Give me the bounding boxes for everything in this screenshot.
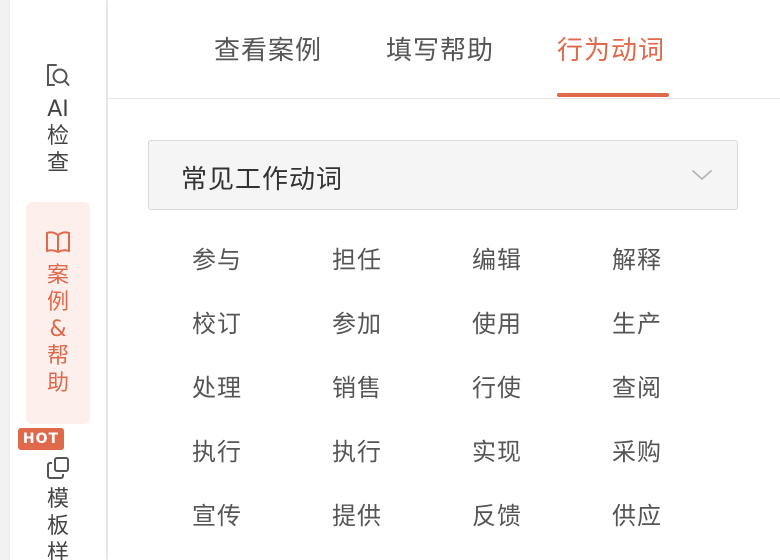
ai-check-icon bbox=[45, 62, 71, 90]
verb-chip[interactable]: 参加 bbox=[332, 304, 472, 368]
verb-chip[interactable]: 执行 bbox=[192, 432, 332, 496]
verb-chip[interactable]: 销售 bbox=[332, 368, 472, 432]
verb-category-select[interactable]: 常见工作动词 bbox=[148, 140, 738, 210]
tab-bar: 查看案例 填写帮助 行为动词 bbox=[108, 0, 780, 99]
verb-category-value: 常见工作动词 bbox=[181, 165, 344, 195]
tab-fill-help[interactable]: 填写帮助 bbox=[386, 30, 494, 67]
nav-item-ai-check-label: AI 检 查 bbox=[47, 96, 69, 177]
verb-chip[interactable]: 采购 bbox=[612, 432, 752, 496]
template-copy-icon bbox=[46, 456, 70, 480]
nav-label-line: 案 bbox=[46, 263, 69, 288]
nav-label-line: & bbox=[49, 317, 67, 342]
verb-chip[interactable]: 参与 bbox=[192, 240, 332, 304]
verb-chip[interactable]: 使用 bbox=[472, 304, 612, 368]
nav-label-line: AI bbox=[47, 97, 69, 122]
nav-label-line: 样 bbox=[46, 541, 69, 560]
nav-item-cases-help[interactable]: 案 例 & 帮 助 bbox=[26, 202, 90, 424]
verb-chip[interactable]: 实现 bbox=[472, 432, 612, 496]
verb-chip[interactable]: 处理 bbox=[192, 368, 332, 432]
verb-chip[interactable]: 宣传 bbox=[192, 496, 332, 560]
nav-label-line: 帮 bbox=[46, 344, 69, 369]
verb-chip[interactable]: 解释 bbox=[612, 240, 752, 304]
nav-label-line: 例 bbox=[46, 290, 69, 315]
tab-action-verbs[interactable]: 行为动词 bbox=[557, 30, 665, 67]
verb-chip[interactable]: 编辑 bbox=[472, 240, 612, 304]
tab-view-cases[interactable]: 查看案例 bbox=[214, 30, 322, 67]
verb-chip[interactable]: 生产 bbox=[612, 304, 752, 368]
nav-item-templates-label: 模 板 样 bbox=[47, 486, 69, 560]
nav-label-line: 板 bbox=[46, 514, 69, 539]
nav-label-line: 查 bbox=[46, 151, 69, 176]
hot-badge: HOT bbox=[18, 428, 64, 450]
nav-label-line: 助 bbox=[46, 371, 69, 396]
page: AI 检 查 案 例 & 帮 助 HOT 模 板 样 查看案例 填写帮助 行为动… bbox=[0, 0, 780, 560]
verb-chip[interactable]: 行使 bbox=[472, 368, 612, 432]
verb-chip[interactable]: 执行 bbox=[332, 432, 472, 496]
verb-chip[interactable]: 查阅 bbox=[612, 368, 752, 432]
verb-chip[interactable]: 反馈 bbox=[472, 496, 612, 560]
book-icon bbox=[45, 230, 71, 254]
nav-item-templates[interactable]: 模 板 样 bbox=[26, 456, 90, 560]
verb-chip[interactable]: 担任 bbox=[332, 240, 472, 304]
verb-chip[interactable]: 供应 bbox=[612, 496, 752, 560]
nav-label-line: 检 bbox=[46, 124, 69, 149]
verb-chip[interactable]: 提供 bbox=[332, 496, 472, 560]
nav-label-line: 模 bbox=[46, 487, 69, 512]
verb-grid: 参与 担任 编辑 解释 校订 参加 使用 生产 处理 销售 行使 查阅 执行 执… bbox=[192, 240, 752, 560]
verb-chip[interactable]: 校订 bbox=[192, 304, 332, 368]
main-panel: 查看案例 填写帮助 行为动词 常见工作动词 参与 担任 编辑 解释 校订 参加 … bbox=[108, 0, 780, 560]
side-nav: AI 检 查 案 例 & 帮 助 HOT 模 板 样 bbox=[10, 0, 106, 560]
nav-item-cases-help-label: 案 例 & 帮 助 bbox=[47, 262, 69, 397]
nav-item-ai-check[interactable]: AI 检 查 bbox=[26, 62, 90, 177]
chevron-down-icon bbox=[691, 167, 713, 186]
active-tab-indicator bbox=[557, 93, 669, 97]
